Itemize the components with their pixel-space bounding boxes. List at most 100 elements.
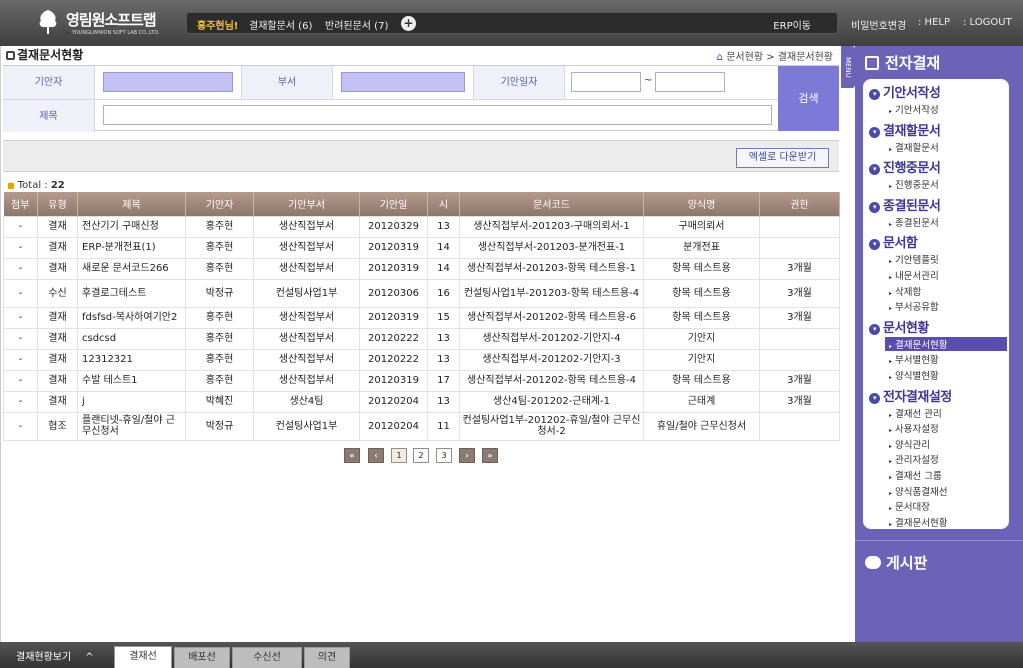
page-1-button[interactable]: 1 [391, 448, 407, 463]
tab-receive-line[interactable]: 수신선 [232, 647, 302, 668]
table-row[interactable]: - 수신 후결로그테스트 박정규 컨설팅사업1부 20120306 16 컨설팅사업1부-20… [3, 278, 840, 308]
sidebar-item[interactable]: 결재할문서 [889, 140, 939, 154]
date-to-input[interactable] [655, 72, 725, 92]
cell-permission: 3개월 [759, 390, 840, 413]
breadcrumb-item[interactable]: 문서현황 [726, 52, 763, 63]
board-link[interactable]: 게시판 [865, 552, 927, 573]
add-icon[interactable]: + [401, 16, 416, 31]
cell-title[interactable]: 새로운 문서코드266 [77, 257, 186, 280]
cell-title[interactable]: 후결로그테스트 [77, 278, 186, 308]
logout-link[interactable]: : LOGOUT [963, 17, 1012, 28]
table-row[interactable]: - 결재 전산기기 구매신청 홍주현 생산직접부서 20120329 13 생산직접부서-20… [3, 215, 840, 238]
sidebar-item[interactable]: 결재선 관리 [889, 406, 942, 420]
col-dept[interactable]: 기안부서 [253, 192, 360, 216]
sidebar-item[interactable]: 내문서관리 [889, 268, 939, 282]
sidebar-item[interactable]: 결재문서현황 [885, 336, 1007, 351]
cell-drafter: 박정규 [185, 411, 254, 441]
next-page-button[interactable]: › [459, 448, 475, 463]
change-password-link[interactable]: 비밀번호변경 [851, 17, 906, 32]
sidebar-item[interactable]: 양식품결재선 [889, 484, 947, 498]
sidebar-section[interactable]: ▾ 전자결재설정 [869, 386, 952, 405]
sidebar-item[interactable]: 기안서작성 [889, 102, 939, 116]
first-page-button[interactable]: « [344, 448, 360, 463]
cell-drafter: 홍주현 [185, 215, 254, 238]
table-row[interactable]: - 결재 12312321 홍주현 생산직접부서 20120222 13 생산직접부서-201… [3, 348, 840, 371]
returned-docs-link[interactable]: 반려된문서 (7) [325, 17, 388, 32]
sidebar-item[interactable]: 양식별현황 [889, 368, 939, 382]
cell-title[interactable]: 전산기기 구매신청 [77, 215, 186, 238]
drafter-input[interactable] [103, 72, 233, 92]
table-row[interactable]: - 결재 ERP-분개전표(1) 홍주현 생산직접부서 20120319 14 생산직접부서-… [3, 236, 840, 259]
title-input[interactable] [103, 105, 772, 125]
help-link[interactable]: : HELP [918, 17, 950, 28]
company-logo[interactable]: 영림원소프트랩 YOUNGLIMWON SOFT LAB CO.,LTD. [30, 6, 170, 40]
sidebar-item[interactable]: 양식관리 [889, 437, 930, 451]
cell-title[interactable]: fdsfsd-복사하여기안2 [77, 306, 186, 329]
sidebar-item[interactable]: 관리자설정 [889, 452, 939, 466]
cell-date: 20120222 [359, 348, 428, 371]
dept-input[interactable] [341, 72, 465, 92]
chevron-up-icon[interactable]: ^ [85, 652, 93, 663]
sidebar-item[interactable]: 삭제함 [889, 284, 921, 298]
approval-status-toggle[interactable]: 결재현황보기 ^ [16, 648, 94, 663]
sidebar-item[interactable]: 진행중문서 [889, 177, 939, 191]
table-row[interactable]: - 결재 수발 테스트1 홍주현 생산직접부서 20120319 17 생산직접부서-2012… [3, 369, 840, 392]
cell-drafter: 박혜진 [185, 390, 254, 413]
search-button[interactable]: 검색 [778, 66, 839, 131]
page-title: 결재문서현황 [6, 46, 83, 63]
cell-title[interactable]: 수발 테스트1 [77, 369, 186, 392]
page-2-button[interactable]: 2 [413, 448, 429, 463]
page-3-button[interactable]: 3 [436, 448, 452, 463]
sidebar-section[interactable]: ▾ 문서현황 [869, 317, 929, 336]
home-icon[interactable]: ⌂ [717, 52, 723, 63]
tab-approval-line[interactable]: 결재선 [114, 646, 172, 668]
sidebar-item[interactable]: 부서공유함 [889, 299, 939, 313]
col-hour[interactable]: 시 [427, 192, 460, 216]
last-page-button[interactable]: » [482, 448, 498, 463]
cell-title[interactable]: j [77, 390, 186, 413]
col-date[interactable]: 기안일 [359, 192, 428, 216]
col-form-name[interactable]: 양식명 [643, 192, 760, 216]
section-bullet-icon: ▾ [869, 392, 880, 404]
col-drafter[interactable]: 기안자 [185, 192, 254, 216]
cell-date: 20120319 [359, 369, 428, 392]
sidebar-section[interactable]: ▾ 진행중문서 [869, 157, 941, 176]
cell-title[interactable]: ERP-분개전표(1) [77, 236, 186, 259]
sidebar-item[interactable]: 결재선 그룹 [889, 468, 942, 482]
sidebar-item[interactable]: 사용자설정 [889, 421, 939, 435]
section-bullet-icon: ▾ [869, 89, 880, 100]
sidebar-item[interactable]: 기안템플릿 [889, 252, 939, 266]
pending-docs-link[interactable]: 결재할문서 (6) [249, 17, 312, 32]
sidebar-section[interactable]: ▾ 종결된문서 [869, 195, 941, 214]
col-title[interactable]: 제목 [77, 192, 186, 216]
tab-opinion[interactable]: 의견 [304, 647, 350, 668]
tab-distribution-line[interactable]: 배포선 [174, 647, 230, 668]
sidebar-item[interactable]: 문서대장 [889, 499, 930, 513]
col-type[interactable]: 유형 [37, 192, 78, 216]
sidebar-item[interactable]: 종결된문서 [889, 215, 939, 229]
sidebar-section[interactable]: ▾ 결재할문서 [869, 120, 941, 139]
table-row[interactable]: - 협조 플랜티넷-휴일/철야 근무신청서 박정규 컨설팅사업1부 20120204 11 컨… [3, 411, 840, 441]
menu-toggle-tab[interactable]: MENU [841, 46, 855, 88]
table-row[interactable]: - 결재 fdsfsd-복사하여기안2 홍주현 생산직접부서 20120319 15 생산직접… [3, 306, 840, 329]
cell-title[interactable]: 12312321 [77, 348, 186, 371]
col-doc-code[interactable]: 문서코드 [459, 192, 644, 216]
erp-link[interactable]: ERP이동 [773, 17, 811, 32]
excel-download-button[interactable]: 엑셀로 다운받기 [736, 148, 829, 168]
cell-title[interactable]: csdcsd [77, 327, 186, 350]
sidebar-section[interactable]: ▾ 기안서작성 [869, 82, 941, 101]
sidebar-item[interactable]: 결재문서현황 [889, 515, 947, 529]
sidebar-section[interactable]: ▾ 문서함 [869, 232, 918, 251]
table-row[interactable]: - 결재 j 박혜진 생산4팀 20120204 13 생산4팀-201202-근태계-1 근태… [3, 390, 840, 413]
table-row[interactable]: - 결재 csdcsd 홍주현 생산직접부서 20120222 13 생산직접부서-20120… [3, 327, 840, 350]
col-permission[interactable]: 권한 [759, 192, 840, 216]
date-from-input[interactable] [571, 72, 641, 92]
cell-drafter: 홍주현 [185, 327, 254, 350]
cell-doc-code: 생산직접부서-201202-기안지-3 [459, 348, 644, 371]
table-row[interactable]: - 결재 새로운 문서코드266 홍주현 생산직접부서 20120319 14 생산직접부서-… [3, 257, 840, 280]
col-attach[interactable]: 첨부 [3, 192, 38, 216]
prev-page-button[interactable]: ‹ [368, 448, 384, 463]
cell-title[interactable]: 플랜티넷-휴일/철야 근무신청서 [77, 411, 186, 441]
sidebar-item[interactable]: 부서별현황 [889, 352, 939, 366]
sidebar-menu: ▾기안서작성기안서작성 ▾결재할문서결재할문서 ▾진행중문서진행중문서 ▾종결된문서종… [863, 79, 1009, 529]
